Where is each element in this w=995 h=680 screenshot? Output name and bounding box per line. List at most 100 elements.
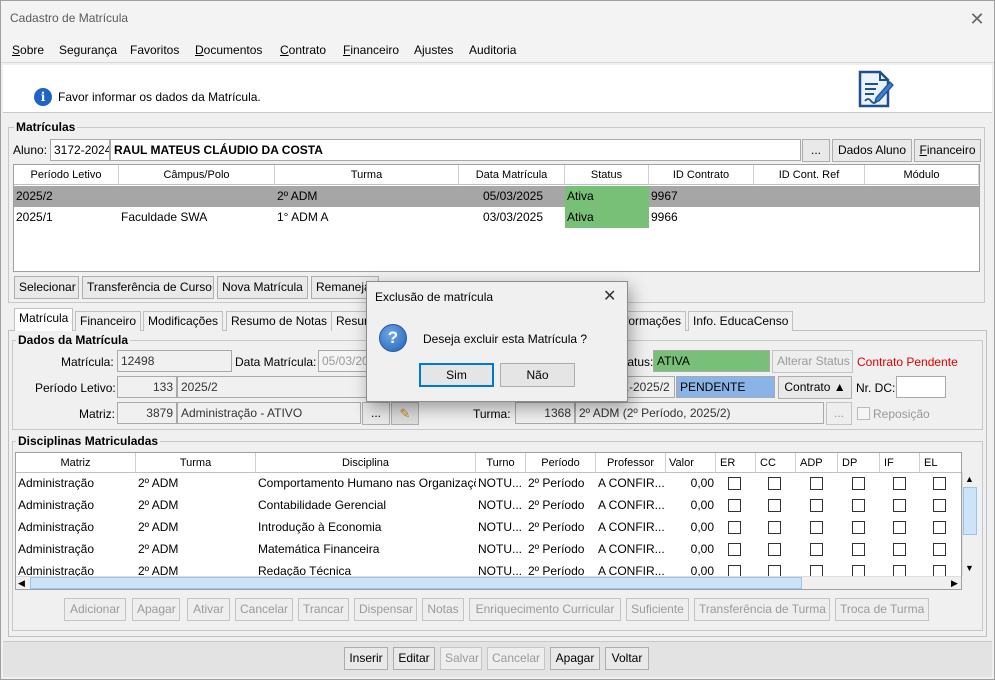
turma-search-button[interactable]: ...: [826, 402, 852, 425]
dispensar-button[interactable]: Dispensar: [354, 598, 417, 621]
adp-checkbox[interactable]: [810, 499, 823, 512]
tab-modificacoes[interactable]: Modificações: [143, 311, 224, 331]
cancelar-bottom-button[interactable]: Cancelar: [487, 647, 545, 670]
er-checkbox[interactable]: [728, 477, 741, 490]
horizontal-scroll-thumb[interactable]: [30, 577, 802, 589]
col-header[interactable]: IF: [880, 453, 920, 473]
cc-checkbox[interactable]: [768, 521, 781, 534]
tab-info-educacenso[interactable]: Info. EducaCenso: [688, 311, 794, 331]
menu-contrato[interactable]: Contrato: [280, 43, 326, 57]
er-checkbox[interactable]: [728, 543, 741, 556]
window-close-icon[interactable]: ✕: [966, 8, 988, 30]
col-header[interactable]: Matriz: [16, 453, 136, 473]
menu-auditoria[interactable]: Auditoria: [469, 43, 516, 57]
nr-dc-field[interactable]: [896, 376, 946, 398]
dados-aluno-button[interactable]: Dados Aluno: [832, 139, 912, 162]
alterar-status-button[interactable]: Alterar Status: [772, 350, 853, 373]
dialog-yes-button[interactable]: Sim: [419, 363, 494, 387]
financeiro-button[interactable]: Financeiro: [914, 139, 981, 162]
if-checkbox[interactable]: [893, 543, 906, 556]
matriz-search-button[interactable]: ...: [362, 402, 390, 425]
adp-checkbox[interactable]: [810, 521, 823, 534]
reposicao-checkbox[interactable]: [857, 407, 870, 420]
col-header[interactable]: Turma: [275, 165, 459, 185]
tab-resumo[interactable]: Resum: [331, 311, 371, 331]
col-header[interactable]: Turma: [136, 453, 256, 473]
scroll-right-icon[interactable]: ▶: [951, 578, 958, 589]
status-field[interactable]: ATIVA: [653, 350, 770, 372]
turma-field[interactable]: 2º ADM (2º Período, 2025/2): [575, 402, 824, 424]
adp-checkbox[interactable]: [810, 543, 823, 556]
periodo-code-field[interactable]: 133: [117, 376, 177, 398]
cc-checkbox[interactable]: [768, 543, 781, 556]
col-header[interactable]: Turno: [476, 453, 526, 473]
dialog-close-icon[interactable]: ✕: [603, 286, 616, 306]
scroll-left-icon[interactable]: ◀: [18, 578, 25, 589]
enriquecimento-curricular-button[interactable]: Enriquecimento Curricular: [469, 598, 621, 621]
dialog-no-button[interactable]: Não: [500, 363, 575, 387]
ativar-button[interactable]: Ativar: [187, 598, 230, 621]
cancelar-button[interactable]: Cancelar: [235, 598, 293, 621]
if-checkbox[interactable]: [893, 521, 906, 534]
menu-documentos[interactable]: Documentos: [195, 43, 262, 57]
menu-seguranca[interactable]: Segurança: [59, 43, 117, 57]
aluno-name-field[interactable]: RAUL MATEUS CLÁUDIO DA COSTA: [110, 139, 801, 161]
menu-sobre[interactable]: Sobre: [12, 43, 44, 57]
col-header[interactable]: Disciplina: [256, 453, 476, 473]
matricula-field[interactable]: 12498: [117, 350, 232, 372]
col-header[interactable]: ER: [716, 453, 756, 473]
if-checkbox[interactable]: [893, 477, 906, 490]
cc-checkbox[interactable]: [768, 477, 781, 490]
vertical-scroll-thumb[interactable]: [963, 487, 977, 535]
matriz-code-field[interactable]: 3879: [117, 402, 177, 424]
menu-financeiro[interactable]: Financeiro: [343, 43, 399, 57]
dp-checkbox[interactable]: [852, 543, 865, 556]
scroll-down-icon[interactable]: ▼: [965, 563, 974, 573]
el-checkbox[interactable]: [933, 521, 946, 534]
tab-financeiro[interactable]: Financeiro: [75, 311, 142, 331]
col-header[interactable]: Professor: [596, 453, 666, 473]
selecionar-button[interactable]: Selecionar: [14, 276, 79, 299]
voltar-button[interactable]: Voltar: [605, 647, 649, 670]
nova-matricula-button[interactable]: Nova Matrícula: [217, 276, 308, 299]
col-header[interactable]: Período: [526, 453, 596, 473]
dp-checkbox[interactable]: [852, 521, 865, 534]
col-header[interactable]: Status: [565, 165, 649, 185]
edit-pencil-button[interactable]: ✎: [391, 402, 419, 425]
dp-checkbox[interactable]: [852, 477, 865, 490]
adicionar-button[interactable]: Adicionar: [64, 598, 126, 621]
editar-button[interactable]: Editar: [393, 647, 435, 670]
col-header[interactable]: Período Letivo: [14, 165, 119, 185]
contrato-status-field[interactable]: PENDENTE: [676, 376, 775, 398]
tab-resumo-notas[interactable]: Resumo de Notas: [226, 311, 333, 331]
col-header[interactable]: ADP: [796, 453, 838, 473]
el-checkbox[interactable]: [933, 499, 946, 512]
contrato-dropdown-button[interactable]: Contrato ▲: [778, 376, 852, 399]
el-checkbox[interactable]: [933, 477, 946, 490]
tab-informacoes[interactable]: formações: [620, 311, 686, 331]
menu-ajustes[interactable]: Ajustes: [414, 43, 453, 57]
turma-code-field[interactable]: 1368: [515, 402, 575, 424]
trancar-button[interactable]: Trancar: [298, 598, 349, 621]
if-checkbox[interactable]: [893, 499, 906, 512]
transferencia-curso-button[interactable]: Transferência de Curso: [82, 276, 214, 299]
col-header[interactable]: EL: [920, 453, 961, 473]
col-header[interactable]: CC: [756, 453, 796, 473]
notas-button[interactable]: Notas: [422, 598, 464, 621]
col-header[interactable]: ID Contrato: [649, 165, 754, 185]
data-matricula-field[interactable]: 05/03/20: [318, 350, 368, 372]
cc-checkbox[interactable]: [768, 499, 781, 512]
adp-checkbox[interactable]: [810, 477, 823, 490]
scroll-up-icon[interactable]: ▲: [965, 474, 974, 484]
apagar-bottom-button[interactable]: Apagar: [550, 647, 600, 670]
menu-favoritos[interactable]: Favoritos: [130, 43, 179, 57]
er-checkbox[interactable]: [728, 521, 741, 534]
col-header[interactable]: Câmpus/Polo: [119, 165, 275, 185]
suficiente-button[interactable]: Suficiente: [626, 598, 689, 621]
er-checkbox[interactable]: [728, 499, 741, 512]
col-header[interactable]: Valor: [666, 453, 716, 473]
col-header[interactable]: Módulo: [865, 165, 979, 185]
matriz-field[interactable]: Administração - ATIVO: [177, 402, 361, 424]
col-header[interactable]: Data Matrícula: [459, 165, 565, 185]
aluno-code-field[interactable]: 3172-2024: [50, 139, 110, 161]
